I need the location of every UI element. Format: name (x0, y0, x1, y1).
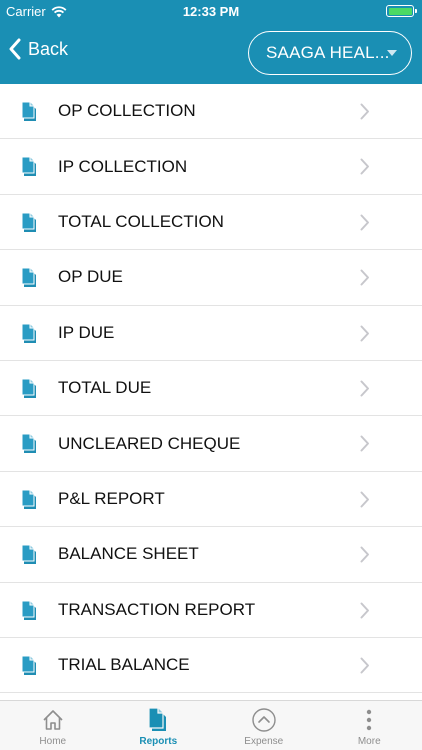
branch-selector-value: SAAGA HEAL... (266, 43, 390, 62)
document-icon (20, 323, 38, 345)
document-icon (20, 267, 38, 289)
chevron-right-icon (360, 380, 370, 397)
tab-reports[interactable]: Reports (106, 701, 212, 750)
report-label: P&L REPORT (58, 488, 165, 508)
report-row[interactable]: OP DUE (0, 250, 422, 306)
chevron-right-icon (360, 491, 370, 508)
chevron-left-icon (9, 38, 21, 60)
chevron-right-icon (360, 657, 370, 674)
back-label: Back (28, 38, 69, 59)
home-icon (40, 707, 66, 733)
report-row[interactable]: P&L REPORT (0, 472, 422, 528)
chevron-right-icon (360, 546, 370, 563)
report-label: OP DUE (58, 267, 123, 287)
chevron-right-icon (360, 435, 370, 452)
tab-bar: Home Reports Expense More (0, 700, 422, 750)
report-row[interactable]: OP COLLECTION (0, 84, 422, 140)
chevron-right-icon (360, 158, 370, 175)
document-icon (20, 544, 38, 566)
navigation-bar: Carrier 12:33 PM Back SAAGA HEAL... (0, 0, 422, 84)
document-icon (20, 101, 38, 123)
battery-icon (386, 5, 417, 17)
report-label: TRIAL BALANCE (58, 655, 190, 675)
report-row[interactable]: TRIAL BALANCE (0, 638, 422, 694)
status-bar: Carrier 12:33 PM (0, 0, 422, 22)
tab-label: Home (39, 736, 67, 747)
document-icon (20, 156, 38, 178)
tab-home[interactable]: Home (0, 701, 106, 750)
report-row[interactable]: TOTAL DUE (0, 361, 422, 417)
chevron-right-icon (360, 602, 370, 619)
report-label: OP COLLECTION (58, 101, 196, 121)
tab-label: Expense (244, 736, 284, 747)
report-label: TRANSACTION REPORT (58, 599, 256, 619)
report-label: IP DUE (58, 322, 115, 342)
document-icon (20, 378, 38, 400)
status-time: 12:33 PM (182, 4, 240, 19)
report-label: TOTAL DUE (58, 378, 152, 398)
report-label: TOTAL COLLECTION (58, 211, 224, 231)
report-row[interactable]: IP COLLECTION (0, 139, 422, 195)
document-icon (20, 489, 38, 511)
tab-label: Reports (139, 736, 178, 747)
report-label: UNCLEARED CHEQUE (58, 433, 241, 453)
chevron-up-circle-icon (251, 707, 277, 733)
report-row[interactable]: IP DUE (0, 306, 422, 361)
caret-down-icon (387, 50, 397, 56)
report-row[interactable]: UNCLEARED CHEQUE (0, 416, 422, 472)
report-row[interactable]: TRANSACTION REPORT (0, 583, 422, 638)
document-icon (145, 707, 171, 733)
report-row[interactable]: BALANCE SHEET (0, 527, 422, 583)
report-row[interactable]: TOTAL COLLECTION (0, 195, 422, 251)
report-list: OP COLLECTION IP COLLECTION TOTAL COLLECTI… (0, 84, 422, 700)
chevron-right-icon (360, 103, 370, 120)
document-icon (20, 433, 38, 455)
tab-label: More (357, 736, 381, 747)
chevron-right-icon (360, 214, 370, 231)
document-icon (20, 655, 38, 677)
branch-selector-dropdown[interactable]: SAAGA HEAL... (248, 31, 412, 75)
more-vertical-icon (356, 707, 382, 733)
back-button[interactable]: Back (8, 38, 68, 60)
report-label: IP COLLECTION (58, 156, 188, 176)
report-label: BALANCE SHEET (58, 544, 199, 564)
tab-more[interactable]: More (317, 701, 422, 750)
chevron-right-icon (360, 269, 370, 286)
document-icon (20, 600, 38, 622)
chevron-right-icon (360, 325, 370, 342)
tab-expense[interactable]: Expense (211, 701, 317, 750)
document-icon (20, 212, 38, 234)
